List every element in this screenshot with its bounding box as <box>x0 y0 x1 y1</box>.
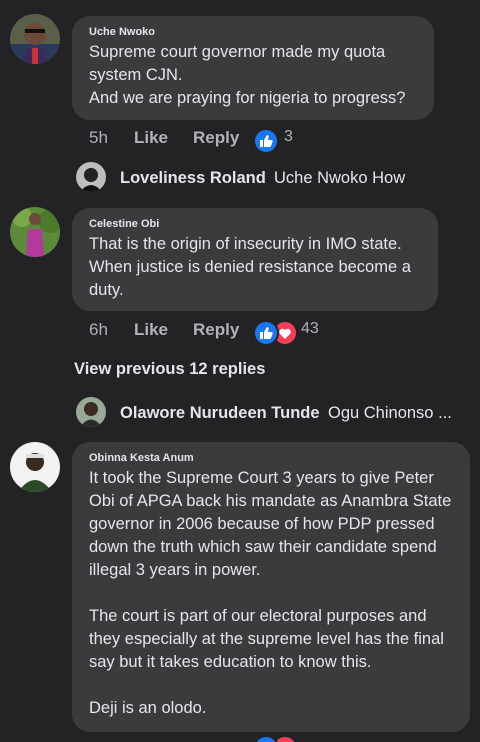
like-reaction-icon <box>253 128 279 154</box>
like-reaction-icon <box>253 320 279 346</box>
comment-bubble: Obinna Kesta Anum It took the Supreme Co… <box>72 442 470 732</box>
avatar[interactable] <box>10 442 60 492</box>
comment-author[interactable]: Celestine Obi <box>89 218 424 230</box>
reply-text: Uche Nwoko How <box>274 169 406 187</box>
like-reaction-icon <box>254 735 278 742</box>
reply-author[interactable]: Loveliness Roland <box>120 169 266 188</box>
comment-time[interactable]: 6h <box>89 320 108 340</box>
comment-text: Supreme court governor made my quota sys… <box>89 43 406 107</box>
avatar <box>76 397 106 427</box>
comment-bubble: Celestine Obi That is the origin of inse… <box>72 208 438 311</box>
reply-author[interactable]: Olawore Nurudeen Tunde <box>120 404 320 423</box>
reply-button[interactable]: Reply <box>193 128 239 148</box>
comment-author[interactable]: Uche Nwoko <box>89 26 420 38</box>
reply-preview[interactable]: Loveliness Roland Uche Nwoko How <box>76 162 476 194</box>
comment-actions: 5h Like Reply 3 <box>89 128 409 154</box>
avatar[interactable] <box>10 14 60 64</box>
comment-author[interactable]: Obinna Kesta Anum <box>89 452 456 464</box>
like-button[interactable]: Like <box>134 320 168 340</box>
comment-actions: 6h Like Reply 43 <box>89 320 419 346</box>
avatar <box>76 162 106 192</box>
reply-button[interactable]: Reply <box>193 320 239 340</box>
reaction-count[interactable]: 3 <box>284 128 293 146</box>
view-previous-replies-link[interactable]: View previous 12 replies <box>74 360 265 379</box>
comment-time[interactable]: 5h <box>89 128 108 148</box>
comment-bubble: Uche Nwoko Supreme court governor made m… <box>72 16 434 120</box>
reply-preview[interactable]: Olawore Nurudeen Tunde Ogu Chinonso ... <box>76 397 476 429</box>
like-button[interactable]: Like <box>134 128 168 148</box>
reaction-count[interactable]: 43 <box>301 320 319 338</box>
comment-text: That is the origin of insecurity in IMO … <box>89 235 411 299</box>
reactions[interactable] <box>253 735 303 742</box>
avatar[interactable] <box>10 207 60 257</box>
comment-text: It took the Supreme Court 3 years to giv… <box>89 469 452 717</box>
reply-text: Ogu Chinonso ... <box>328 404 452 422</box>
